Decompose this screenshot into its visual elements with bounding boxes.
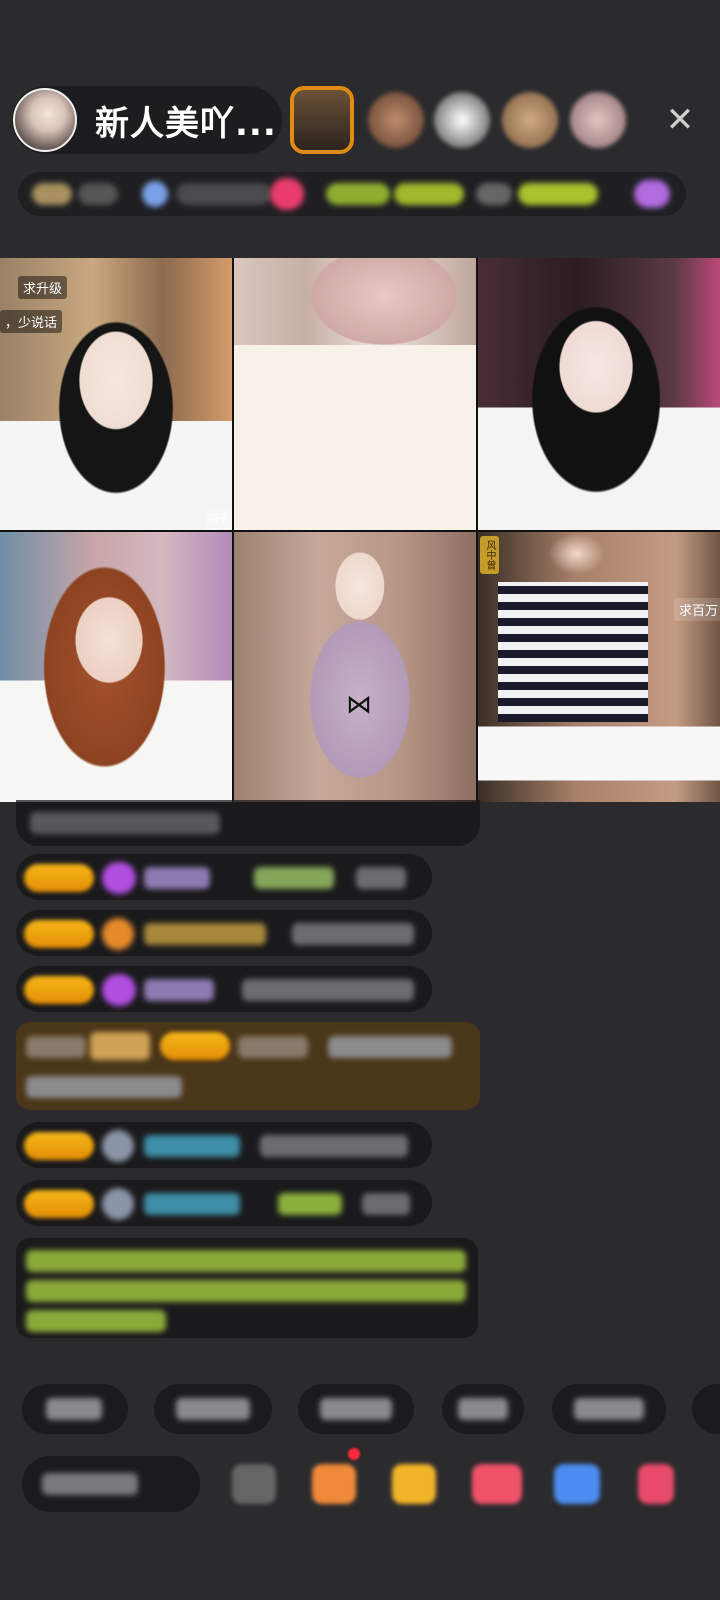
username [238,1036,308,1058]
tile-tag: 求百万 [674,598,720,621]
username [144,1135,240,1157]
rank-chip [176,183,272,205]
video-tile[interactable] [0,532,232,802]
chat-message-highlight[interactable] [16,1022,480,1110]
chat-message[interactable] [16,1180,432,1226]
message-text [356,867,406,889]
fan-icon [102,918,134,950]
close-icon[interactable]: ✕ [658,98,702,142]
notice-text [26,1250,466,1272]
viewer-avatar[interactable] [502,92,558,148]
username [144,1193,240,1215]
message-text [362,1193,410,1215]
rank-chip [142,181,168,207]
username [144,867,210,889]
viewer-avatar[interactable] [570,92,626,148]
viewer-avatar[interactable] [368,92,424,148]
quick-reply-chip[interactable] [298,1384,414,1434]
level-badge [160,1032,230,1060]
quick-reply-chip[interactable] [22,1384,128,1434]
game-icon[interactable] [554,1464,600,1504]
username [144,923,266,945]
quick-reply-chip[interactable] [692,1384,720,1434]
video-tile[interactable] [234,258,476,530]
badge [26,1036,86,1058]
avatar-icon [102,1130,134,1162]
tile-tag: ，少说话 [0,310,63,333]
level-badge [24,864,94,892]
tile-tag: 风中曾 [480,536,499,574]
chip-label [46,1398,102,1420]
message-text [26,1076,182,1098]
username [278,1193,342,1215]
system-notice [16,1238,478,1338]
message-text [260,1135,408,1157]
emoji-icon[interactable] [232,1464,276,1504]
red-packet-icon[interactable] [472,1464,522,1504]
message-text [30,812,220,834]
rank-badge-strip[interactable] [18,172,686,216]
chip-label [574,1398,644,1420]
rank-chip [518,183,598,205]
rank-chip [32,183,72,205]
notice-text [26,1310,166,1332]
multi-guest-video-grid: 求升级 ，少说话 猫子哥 ⋈ 风中曾 求百万 [0,258,720,802]
rank-chip [394,183,464,205]
quick-reply-chip[interactable] [154,1384,272,1434]
bow-decoration: ⋈ [346,690,372,720]
level-badge [24,920,94,948]
video-tile[interactable]: 风中曾 求百万 [478,532,720,802]
chat-message[interactable] [16,800,480,846]
level-badge [24,976,94,1004]
avatar-icon [102,1188,134,1220]
viewer-avatar[interactable] [290,86,354,154]
video-tile[interactable]: ⋈ [234,532,476,802]
username [144,979,214,1001]
rank-chip [326,183,390,205]
wishlist-icon[interactable] [392,1464,436,1504]
rank-chip [270,178,304,210]
chat-message[interactable] [16,910,432,956]
quick-reply-chip[interactable] [552,1384,666,1434]
more-icon[interactable] [638,1464,674,1504]
tile-tag: 猫子哥 [206,510,232,530]
host-info-pill[interactable]: 新人美吖... [12,86,282,154]
video-tile[interactable] [478,258,720,530]
username [254,867,334,889]
badge [90,1032,150,1060]
rank-chip [476,183,512,205]
level-badge [24,1132,94,1160]
gift-icon[interactable] [312,1464,356,1504]
message-text [328,1036,452,1058]
notification-dot [348,1448,360,1460]
level-badge [24,1190,94,1218]
comment-input[interactable] [22,1456,200,1512]
message-text [292,923,414,945]
video-tile[interactable]: 求升级 ，少说话 猫子哥 [0,258,232,530]
host-avatar[interactable] [13,88,77,152]
chip-label [176,1398,250,1420]
chat-message[interactable] [16,1122,432,1168]
chip-label [320,1398,392,1420]
notice-text [26,1280,466,1302]
diamond-icon [102,974,136,1006]
diamond-icon [102,862,136,894]
chat-message[interactable] [16,966,432,1012]
message-text [242,979,414,1001]
quick-reply-chip[interactable] [442,1384,524,1434]
viewer-avatar[interactable] [434,92,490,148]
chip-label [458,1398,508,1420]
input-placeholder [42,1473,138,1495]
chat-message[interactable] [16,854,432,900]
host-name: 新人美吖... [95,103,277,144]
rank-chip [78,183,118,205]
rank-chip [634,180,670,208]
tile-tag: 求升级 [18,276,68,299]
